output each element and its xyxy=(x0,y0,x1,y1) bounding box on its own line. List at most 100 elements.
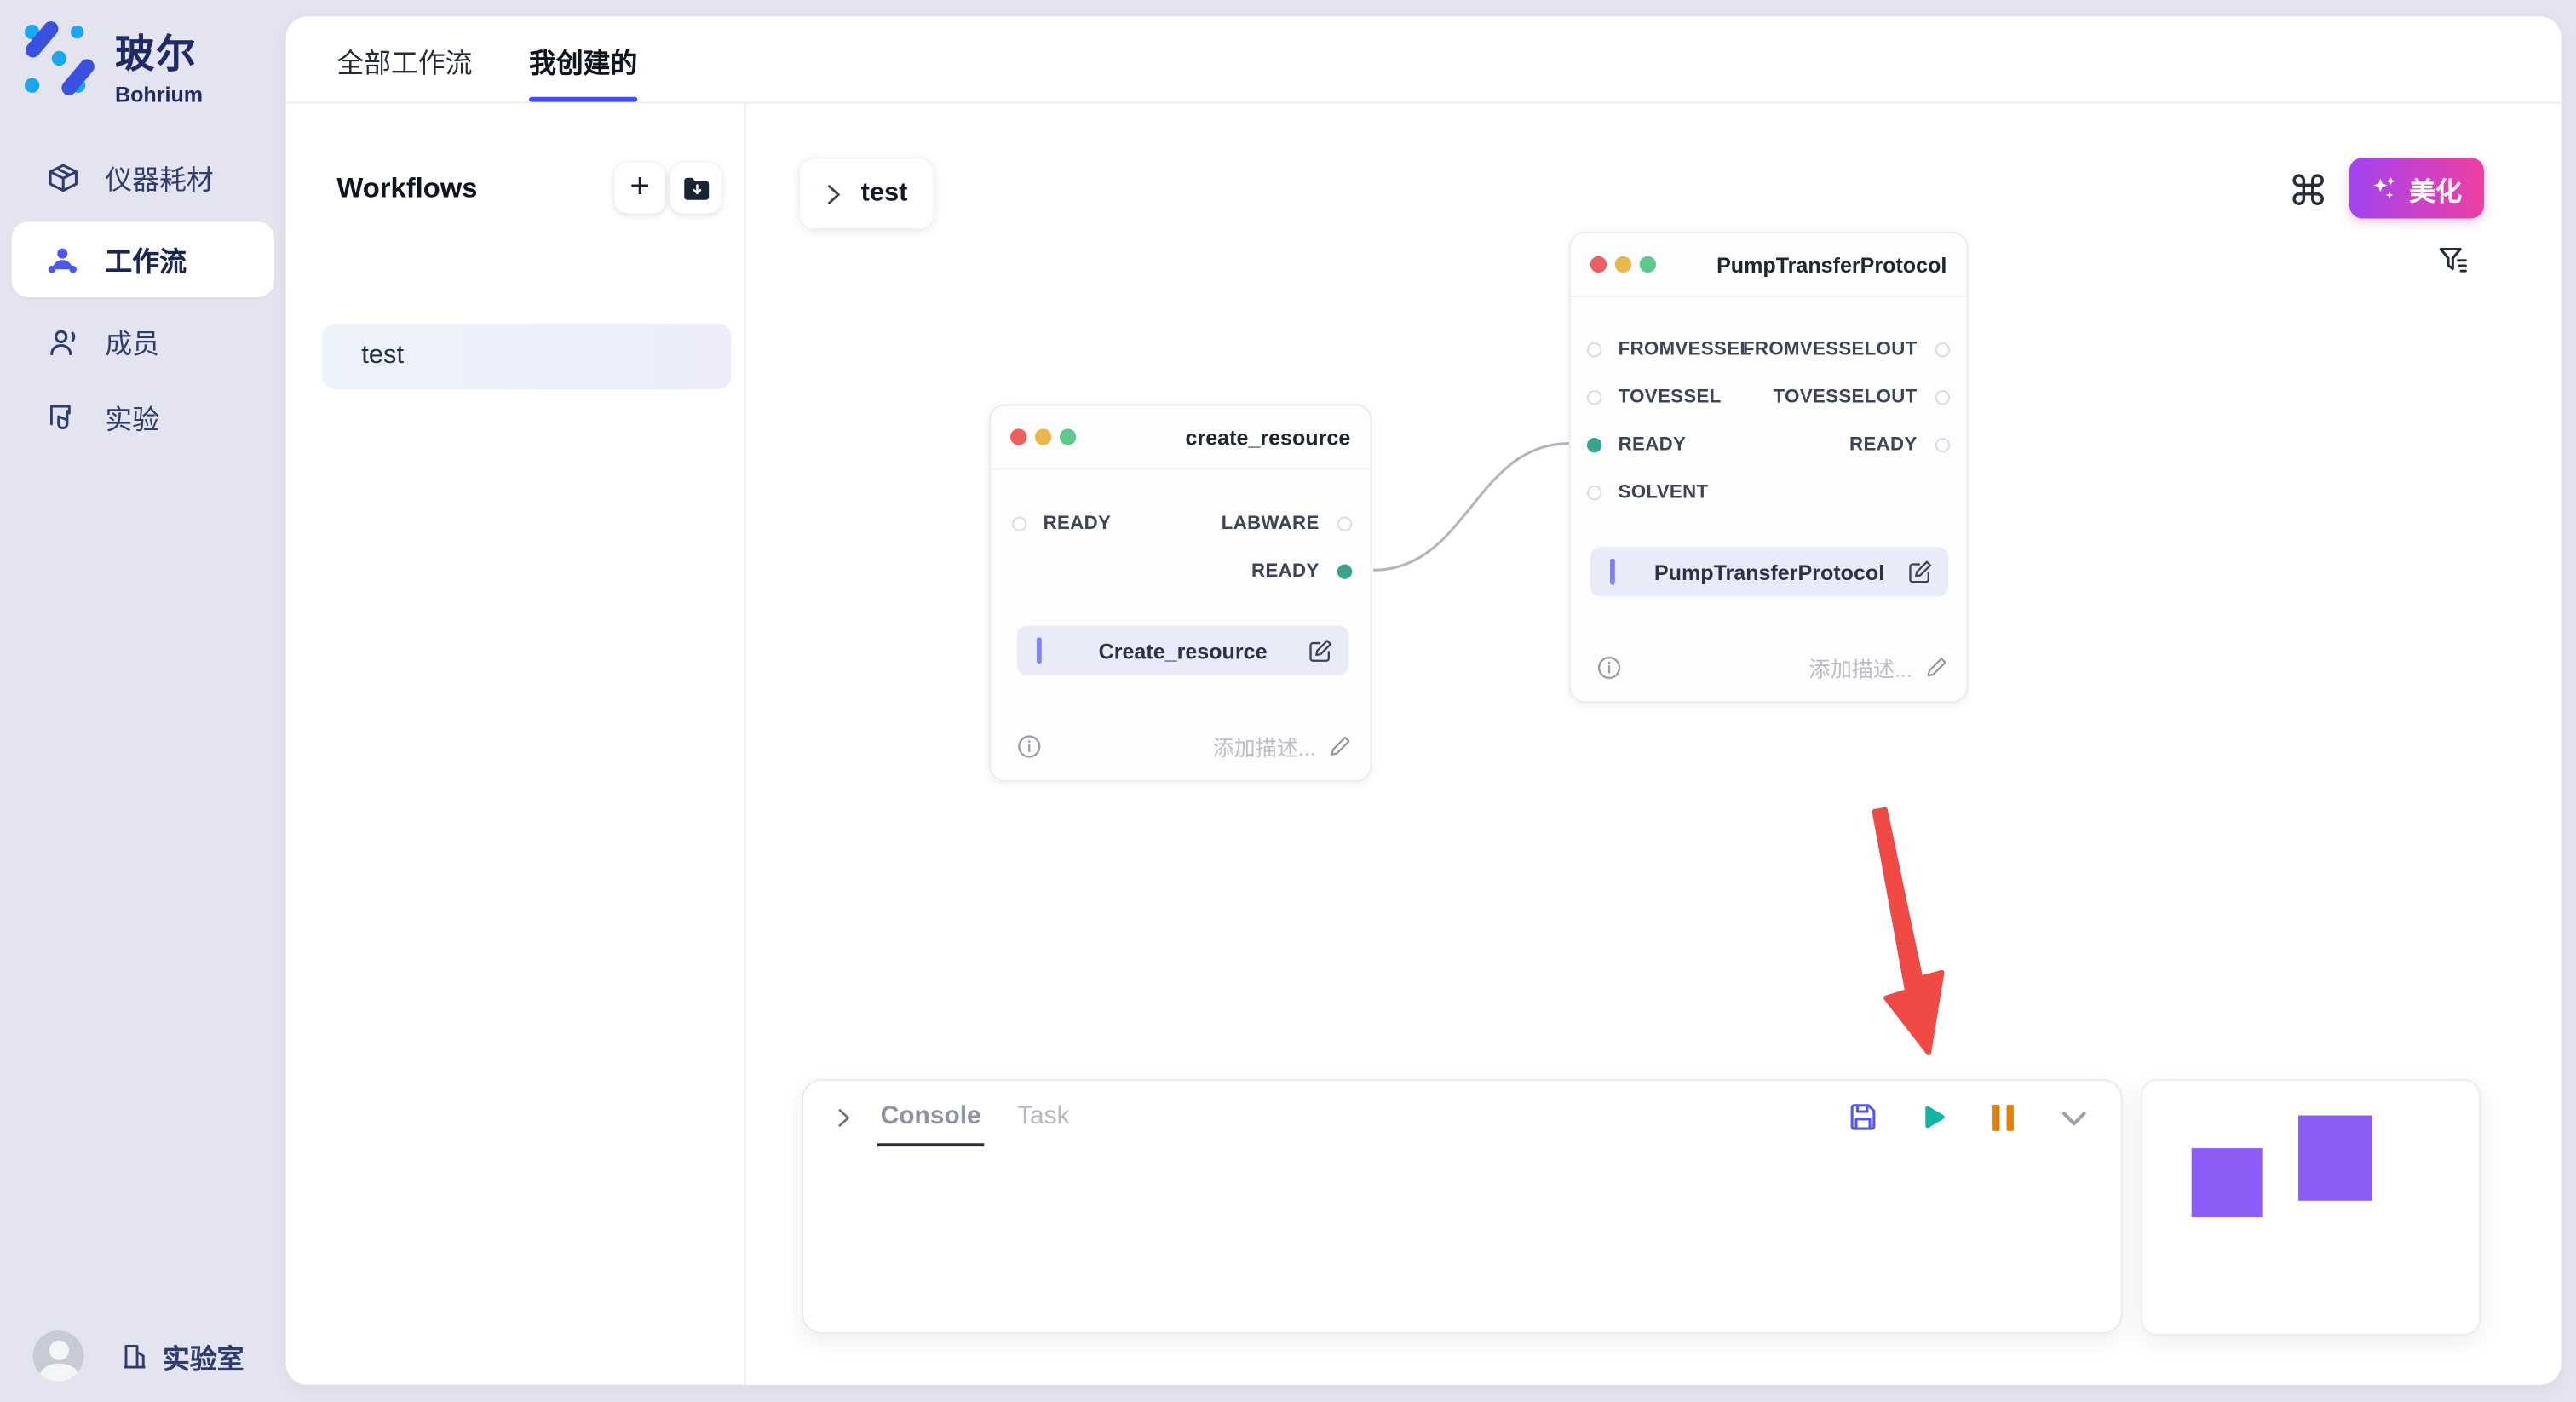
workflow-icon xyxy=(44,241,80,277)
sidebar-nav: 仪器耗材 工作流 成员 实验 xyxy=(0,140,286,455)
box-icon xyxy=(44,159,80,195)
breadcrumb[interactable]: test xyxy=(800,159,933,228)
pill-label: Create_resource xyxy=(1017,638,1349,663)
output-port-ready[interactable] xyxy=(1337,564,1351,578)
node-action-pill[interactable]: PumpTransferProtocol xyxy=(1590,547,1948,596)
edit-icon[interactable] xyxy=(1907,559,1934,585)
plus-icon: + xyxy=(630,170,650,204)
save-icon[interactable] xyxy=(1845,1100,1880,1135)
port-label: READY xyxy=(1619,435,1687,455)
output-port-fromvesselout[interactable] xyxy=(1935,342,1949,357)
command-palette-button[interactable]: ⌘ xyxy=(2287,171,2330,214)
pill-accent-bar xyxy=(1037,637,1042,664)
sparkles-icon xyxy=(2372,174,2400,202)
add-workflow-button[interactable]: + xyxy=(614,163,665,214)
run-icon[interactable] xyxy=(1916,1100,1951,1135)
breadcrumb-label: test xyxy=(861,179,908,209)
description-placeholder[interactable]: 添加描述... xyxy=(1621,652,1912,683)
node-title: create_resource xyxy=(1076,425,1350,450)
workflow-list-panel: Workflows + test xyxy=(286,103,746,1384)
output-port-tovesselout[interactable] xyxy=(1935,390,1949,405)
filter-icon[interactable] xyxy=(2435,243,2474,282)
user-avatar[interactable] xyxy=(33,1330,84,1382)
sidebar-item-instruments[interactable]: 仪器耗材 xyxy=(0,140,286,215)
edit-icon[interactable] xyxy=(1308,637,1334,664)
collapse-chevron-icon[interactable] xyxy=(2057,1100,2092,1135)
console-expand-chevron-icon[interactable] xyxy=(833,1106,854,1128)
pencil-icon[interactable] xyxy=(1925,655,1948,678)
lab-switcher[interactable]: 实验室 xyxy=(120,1336,244,1376)
tab-task[interactable]: Task xyxy=(1017,1102,1069,1132)
minimap[interactable] xyxy=(2141,1079,2481,1336)
pill-label: PumpTransferProtocol xyxy=(1590,560,1948,584)
brand-logo: 玻尔 Bohrium xyxy=(23,21,203,106)
console-panel: Console Task xyxy=(802,1079,2123,1334)
sidebar-item-experiments[interactable]: 实验 xyxy=(0,379,286,455)
tab-created-by-me[interactable]: 我创建的 xyxy=(529,16,637,103)
tab-console[interactable]: Console xyxy=(881,1102,981,1132)
port-label: FROMVESSEL xyxy=(1619,340,1752,359)
node-pump-transfer-protocol[interactable]: PumpTransferProtocol FROMVESSEL FROMVESS… xyxy=(1569,232,1969,703)
workflow-tabs: 全部工作流 我创建的 xyxy=(286,16,2562,103)
traffic-yellow-icon xyxy=(1615,256,1631,273)
active-tab-underline xyxy=(529,97,637,102)
sidebar-item-label: 工作流 xyxy=(105,240,186,279)
brand-name-zh: 玻尔 xyxy=(115,21,203,78)
description-placeholder[interactable]: 添加描述... xyxy=(1042,730,1316,761)
beautify-label: 美化 xyxy=(2409,169,2462,208)
port-label: TOVESSEL xyxy=(1619,388,1722,407)
pill-accent-bar xyxy=(1610,559,1615,585)
info-icon[interactable] xyxy=(1597,655,1622,680)
input-port-fromvessel[interactable] xyxy=(1586,342,1601,357)
port-label: FROMVESSELOUT xyxy=(1743,340,1918,359)
building-icon xyxy=(120,1341,150,1372)
members-icon xyxy=(44,324,80,359)
chevron-right-icon xyxy=(823,183,844,204)
node-action-pill[interactable]: Create_resource xyxy=(1017,626,1349,675)
sidebar: 玻尔 Bohrium 仪器耗材 工作流 成员 xyxy=(0,0,286,1401)
pause-icon[interactable] xyxy=(1987,1100,2021,1135)
traffic-red-icon xyxy=(1010,428,1026,445)
workflow-list-item-test[interactable]: test xyxy=(322,324,731,389)
input-port-tovessel[interactable] xyxy=(1586,390,1601,405)
sidebar-item-label: 实验 xyxy=(105,398,159,437)
folder-import-icon xyxy=(681,175,710,201)
sidebar-item-members[interactable]: 成员 xyxy=(0,304,286,380)
info-icon[interactable] xyxy=(1017,733,1042,758)
traffic-green-icon xyxy=(1060,428,1076,445)
input-port-solvent[interactable] xyxy=(1586,486,1601,500)
pencil-icon[interactable] xyxy=(1329,734,1352,757)
node-header[interactable]: PumpTransferProtocol xyxy=(1571,233,1967,297)
workflow-item-name: test xyxy=(361,342,404,371)
tab-all-workflows[interactable]: 全部工作流 xyxy=(336,16,472,103)
port-label: READY xyxy=(1251,562,1320,582)
lab-label: 实验室 xyxy=(163,1336,244,1376)
output-port-labware[interactable] xyxy=(1337,517,1351,531)
minimap-node xyxy=(2192,1148,2263,1217)
node-header[interactable]: create_resource xyxy=(991,405,1370,469)
input-port-ready[interactable] xyxy=(1586,438,1601,452)
port-label: TOVESSELOUT xyxy=(1774,388,1918,407)
input-port-ready[interactable] xyxy=(1011,517,1026,531)
port-label: READY xyxy=(1849,435,1918,455)
console-output-area[interactable] xyxy=(803,1153,2121,1332)
workflows-title: Workflows xyxy=(336,172,609,205)
sidebar-item-label: 成员 xyxy=(105,322,159,361)
import-folder-button[interactable] xyxy=(670,163,722,214)
command-icon: ⌘ xyxy=(2288,172,2329,213)
port-label: LABWARE xyxy=(1222,514,1320,534)
app-root: 玻尔 Bohrium 仪器耗材 工作流 成员 xyxy=(0,0,2576,1401)
output-port-ready[interactable] xyxy=(1935,438,1949,452)
experiment-icon xyxy=(44,399,80,435)
node-title: PumpTransferProtocol xyxy=(1656,252,1946,277)
port-label: READY xyxy=(1044,514,1112,534)
main-card: 全部工作流 我创建的 Workflows + test xyxy=(286,16,2562,1384)
sidebar-item-label: 仪器耗材 xyxy=(105,158,213,197)
sidebar-item-workflow[interactable]: 工作流 xyxy=(11,221,274,297)
bohrium-logo-icon xyxy=(23,21,97,95)
port-label: SOLVENT xyxy=(1619,483,1709,503)
traffic-green-icon xyxy=(1640,256,1656,273)
node-create-resource[interactable]: create_resource READY LABWARE READY Crea… xyxy=(989,404,1371,782)
brand-name-en: Bohrium xyxy=(115,82,203,106)
beautify-button[interactable]: 美化 xyxy=(2349,158,2484,218)
